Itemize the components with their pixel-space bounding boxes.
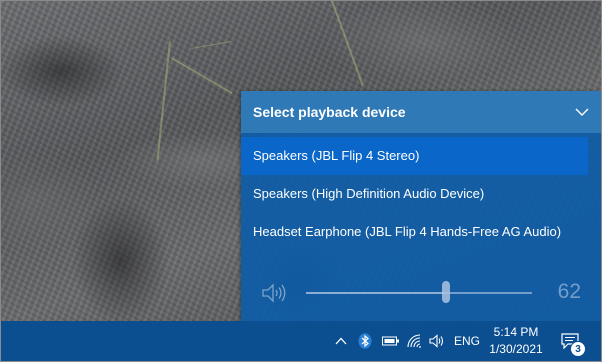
action-center-button[interactable]: 3	[553, 321, 587, 361]
show-hidden-icons-button[interactable]	[331, 321, 351, 361]
speaker-icon[interactable]	[261, 283, 287, 303]
network-tray-button[interactable]	[404, 321, 426, 361]
wifi-icon	[407, 334, 421, 348]
battery-icon	[382, 336, 399, 346]
language-label: ENG	[453, 334, 480, 348]
volume-slider-thumb[interactable]	[442, 281, 451, 303]
bluetooth-tray-button[interactable]	[355, 321, 375, 361]
volume-slider[interactable]	[306, 281, 532, 303]
volume-row: 62	[241, 276, 601, 312]
volume-icon	[429, 334, 444, 348]
chevron-up-icon	[335, 337, 347, 345]
clock-time: 5:14 PM	[493, 325, 539, 339]
flyout-title: Select playback device	[253, 104, 406, 120]
volume-slider-fill	[306, 292, 447, 294]
device-label: Headset Earphone (JBL Flip 4 Hands-Free …	[253, 224, 562, 239]
flyout-header[interactable]: Select playback device	[241, 91, 601, 133]
device-option-jbl-headset[interactable]: Headset Earphone (JBL Flip 4 Hands-Free …	[241, 213, 588, 251]
device-label: Speakers (High Definition Audio Device)	[253, 186, 485, 201]
battery-tray-button[interactable]	[379, 321, 403, 361]
taskbar: ENG 5:14 PM 1/30/2021 3	[1, 321, 601, 361]
notification-count-badge: 3	[570, 341, 586, 357]
volume-value: 62	[557, 280, 581, 303]
bluetooth-icon	[358, 333, 372, 349]
clock-button[interactable]: 5:14 PM 1/30/2021	[486, 321, 546, 361]
device-option-jbl-stereo[interactable]: Speakers (JBL Flip 4 Stereo)	[241, 137, 588, 175]
clock-date: 1/30/2021	[489, 342, 543, 356]
playback-device-flyout: Select playback device Speakers (JBL Fli…	[241, 91, 601, 321]
device-label: Speakers (JBL Flip 4 Stereo)	[253, 148, 420, 163]
chevron-down-icon	[575, 108, 589, 116]
volume-tray-button[interactable]	[426, 321, 448, 361]
device-option-hd-audio[interactable]: Speakers (High Definition Audio Device)	[241, 175, 588, 213]
input-language-button[interactable]: ENG	[449, 321, 485, 361]
collapse-button[interactable]	[567, 97, 597, 127]
desktop-screen: Select playback device Speakers (JBL Fli…	[0, 0, 602, 362]
